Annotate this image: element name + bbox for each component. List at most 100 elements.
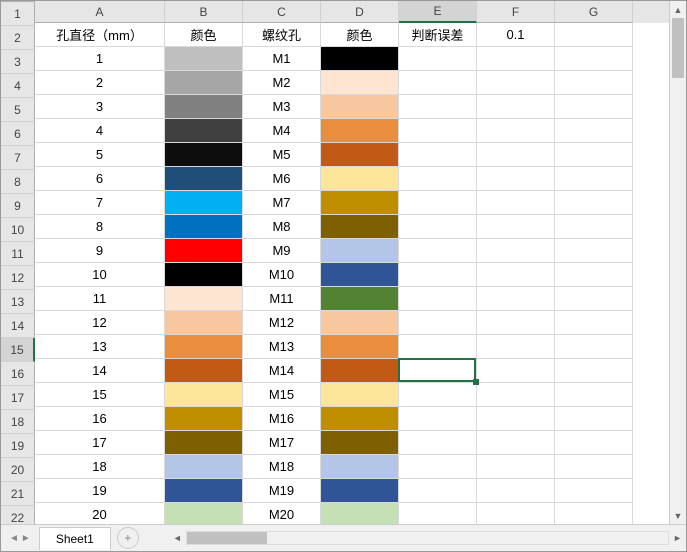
cell[interactable]	[477, 383, 555, 407]
horizontal-scrollbar[interactable]: ◄ ►	[169, 531, 686, 545]
cell[interactable]	[321, 215, 399, 239]
cell[interactable]	[399, 119, 477, 143]
cell[interactable]	[477, 263, 555, 287]
cell[interactable]	[399, 287, 477, 311]
cell[interactable]	[399, 143, 477, 167]
cell[interactable]	[555, 263, 633, 287]
vertical-scrollbar[interactable]: ▲ ▼	[669, 1, 686, 524]
row-header-10[interactable]: 10	[1, 218, 35, 242]
cell[interactable]	[477, 143, 555, 167]
cell[interactable]: M5	[243, 143, 321, 167]
cell[interactable]	[165, 215, 243, 239]
fill-handle[interactable]	[473, 379, 479, 385]
col-header-E[interactable]: E	[399, 1, 477, 23]
cell[interactable]	[321, 335, 399, 359]
cell[interactable]: M4	[243, 119, 321, 143]
cell[interactable]	[165, 503, 243, 524]
row-header-2[interactable]: 2	[1, 26, 35, 50]
cell[interactable]	[399, 431, 477, 455]
cell[interactable]	[477, 335, 555, 359]
cell[interactable]	[477, 71, 555, 95]
scroll-left-icon[interactable]: ◄	[169, 533, 186, 543]
cell[interactable]	[555, 335, 633, 359]
cell[interactable]	[165, 431, 243, 455]
cell[interactable]	[555, 479, 633, 503]
cell[interactable]	[399, 95, 477, 119]
row-header-16[interactable]: 16	[1, 362, 35, 386]
cell[interactable]: M8	[243, 215, 321, 239]
cell[interactable]	[165, 455, 243, 479]
cell[interactable]: M12	[243, 311, 321, 335]
cell[interactable]	[399, 383, 477, 407]
col-header-B[interactable]: B	[165, 1, 243, 23]
col-header-F[interactable]: F	[477, 1, 555, 23]
cell[interactable]	[555, 383, 633, 407]
row-header-7[interactable]: 7	[1, 146, 35, 170]
cell[interactable]	[477, 407, 555, 431]
hscroll-thumb[interactable]	[187, 532, 267, 544]
cell[interactable]	[165, 311, 243, 335]
cell[interactable]	[555, 239, 633, 263]
cell[interactable]	[165, 287, 243, 311]
cell[interactable]: 6	[35, 167, 165, 191]
cell[interactable]	[477, 167, 555, 191]
cell[interactable]: 12	[35, 311, 165, 335]
row-header-15[interactable]: 15	[1, 338, 35, 362]
cell[interactable]: M9	[243, 239, 321, 263]
cell[interactable]	[399, 263, 477, 287]
col-header-C[interactable]: C	[243, 1, 321, 23]
cell[interactable]	[555, 215, 633, 239]
cell[interactable]	[165, 119, 243, 143]
row-header-11[interactable]: 11	[1, 242, 35, 266]
cell[interactable]: M19	[243, 479, 321, 503]
cell[interactable]	[321, 431, 399, 455]
cell[interactable]: M11	[243, 287, 321, 311]
row-header-17[interactable]: 17	[1, 386, 35, 410]
cell[interactable]	[477, 215, 555, 239]
row-header-22[interactable]: 22	[1, 506, 35, 524]
cell[interactable]	[399, 47, 477, 71]
cell[interactable]	[321, 479, 399, 503]
cell-E1[interactable]: 判断误差	[399, 23, 477, 47]
scroll-down-icon[interactable]: ▼	[670, 507, 686, 524]
cell[interactable]	[165, 239, 243, 263]
row-header-21[interactable]: 21	[1, 482, 35, 506]
cell[interactable]	[165, 143, 243, 167]
cell-B1[interactable]: 颜色	[165, 23, 243, 47]
cell[interactable]	[555, 407, 633, 431]
row-header-18[interactable]: 18	[1, 410, 35, 434]
cell[interactable]	[555, 503, 633, 524]
cell[interactable]	[165, 359, 243, 383]
vscroll-track[interactable]	[670, 18, 686, 507]
cell[interactable]: 8	[35, 215, 165, 239]
cell[interactable]	[555, 119, 633, 143]
cell[interactable]: 17	[35, 431, 165, 455]
cell[interactable]: M13	[243, 335, 321, 359]
row-header-9[interactable]: 9	[1, 194, 35, 218]
col-header-G[interactable]: G	[555, 1, 633, 23]
cell[interactable]	[321, 239, 399, 263]
row-header-3[interactable]: 3	[1, 50, 35, 74]
cell[interactable]	[477, 191, 555, 215]
cell[interactable]: M17	[243, 431, 321, 455]
cell[interactable]: 13	[35, 335, 165, 359]
cell[interactable]	[555, 167, 633, 191]
row-header-13[interactable]: 13	[1, 290, 35, 314]
row-header-1[interactable]: 1	[1, 2, 35, 26]
row-header-19[interactable]: 19	[1, 434, 35, 458]
cell[interactable]: M1	[243, 47, 321, 71]
cell[interactable]	[321, 119, 399, 143]
cell[interactable]	[477, 311, 555, 335]
cell[interactable]	[165, 95, 243, 119]
cell-A1[interactable]: 孔直径（mm）	[35, 23, 165, 47]
cell[interactable]: 10	[35, 263, 165, 287]
tab-next-icon[interactable]: ►	[21, 533, 31, 544]
col-header-A[interactable]: A	[35, 1, 165, 23]
cell[interactable]	[165, 383, 243, 407]
cell[interactable]: M15	[243, 383, 321, 407]
add-sheet-button[interactable]: +	[117, 527, 139, 549]
cell[interactable]	[477, 359, 555, 383]
cell[interactable]	[321, 455, 399, 479]
cell[interactable]	[477, 119, 555, 143]
cell[interactable]	[477, 47, 555, 71]
